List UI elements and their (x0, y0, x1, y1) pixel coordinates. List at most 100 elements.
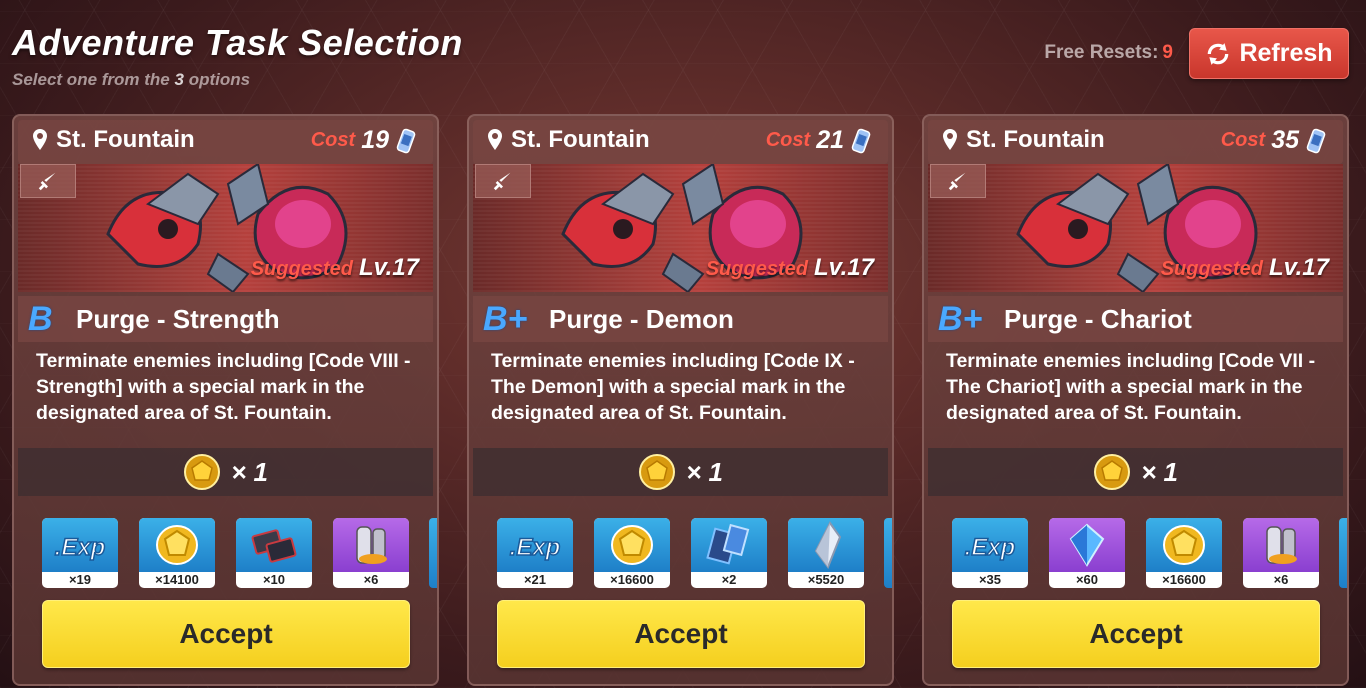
svg-text:.Exp: .Exp (55, 534, 106, 561)
cost-value: 21 (816, 126, 844, 154)
page-header: Adventure Task Selection Select one from… (12, 22, 463, 90)
suggested-level: Suggested Lv.17 (1161, 254, 1329, 282)
weapon-material-icon (691, 518, 767, 572)
reward-quantity: ×16600 (1162, 572, 1206, 587)
card-header: St. Fountain Cost 21 (473, 120, 888, 164)
reward-list: .Exp ×19 ×14100 ×10 ×6 (42, 518, 409, 588)
weapon-type-tag (930, 164, 986, 198)
suggested-level: Suggested Lv.17 (706, 254, 874, 282)
svg-text:.Exp: .Exp (510, 534, 561, 561)
card-header: St. Fountain Cost 19 (18, 120, 433, 164)
sword-icon (38, 172, 56, 191)
chip-icon (236, 518, 312, 572)
task-name: Purge - Demon (549, 303, 734, 334)
refresh-button[interactable]: Refresh (1189, 28, 1349, 79)
suggested-level-value: Lv.17 (1268, 254, 1329, 281)
page-subtitle: Select one from the 3 options (12, 70, 463, 90)
difficulty-grade: B+ (938, 299, 983, 338)
stamina-cost: Cost 21 (766, 126, 872, 155)
cost-label: Cost (765, 129, 811, 151)
reward-item[interactable]: ×5520 (788, 518, 864, 588)
sword-icon (948, 172, 966, 191)
exp-icon: .Exp (42, 518, 118, 572)
task-card-2[interactable]: St. Fountain Cost 21 Suggested Lv.17 B+ … (467, 114, 894, 686)
reward-quantity: ×60 (1075, 572, 1099, 587)
ticket-coin-icon (638, 453, 676, 491)
gold-coin-icon (1146, 518, 1222, 572)
difficulty-grade: B (28, 299, 53, 338)
ticket-multiplier: × 1 (1141, 456, 1178, 487)
free-resets: Free Resets: 9 (1044, 42, 1173, 64)
reward-list: .Exp ×35 ×60 ×16600 ×6 (952, 518, 1319, 588)
reward-overflow-peek[interactable] (884, 518, 892, 588)
suggested-label: Suggested (250, 258, 353, 280)
reward-quantity: ×10 (262, 572, 286, 587)
reward-item[interactable]: ×16600 (1146, 518, 1222, 588)
reward-quantity: ×6 (1273, 572, 1289, 587)
refresh-label: Refresh (1239, 39, 1333, 67)
difficulty-grade: B+ (483, 299, 528, 338)
stamina-can-icon (1306, 128, 1326, 153)
task-title-row: B+ Purge - Demon (473, 296, 888, 342)
suggested-level: Suggested Lv.17 (251, 254, 419, 282)
exp-icon: .Exp (952, 518, 1028, 572)
suggested-label: Suggested (1160, 258, 1263, 280)
accept-button[interactable]: Accept (497, 600, 865, 668)
mech-material-icon (1243, 518, 1319, 572)
ticket-coin-icon (183, 453, 221, 491)
task-description: Terminate enemies including [Code VII - … (946, 350, 1316, 424)
page-title: Adventure Task Selection (12, 22, 463, 63)
card-header: St. Fountain Cost 35 (928, 120, 1343, 164)
reward-item[interactable]: .Exp ×21 (497, 518, 573, 588)
cost-value: 35 (1271, 126, 1299, 154)
reward-quantity: ×21 (523, 572, 547, 587)
stamina-can-icon (396, 128, 416, 153)
svg-text:.Exp: .Exp (965, 534, 1016, 561)
reward-quantity: ×19 (68, 572, 92, 587)
task-card-3[interactable]: St. Fountain Cost 35 Suggested Lv.17 B+ … (922, 114, 1349, 686)
location-label: St. Fountain (56, 126, 195, 153)
cost-label: Cost (1220, 129, 1266, 151)
ticket-cost-row: × 1 (473, 448, 888, 496)
suggested-level-value: Lv.17 (358, 254, 419, 281)
reward-item[interactable]: .Exp ×19 (42, 518, 118, 588)
reward-quantity: ×35 (978, 572, 1002, 587)
cost-value: 19 (361, 126, 389, 154)
task-title-row: B+ Purge - Chariot (928, 296, 1343, 342)
reward-item[interactable]: ×6 (1243, 518, 1319, 588)
reward-overflow-peek[interactable] (429, 518, 437, 588)
subtitle-count: 3 (174, 70, 184, 89)
task-card-1[interactable]: St. Fountain Cost 19 Suggested Lv.17 B P… (12, 114, 439, 686)
reward-list: .Exp ×21 ×16600 ×2 ×5520 (497, 518, 864, 588)
location: St. Fountain (30, 126, 195, 154)
reward-item[interactable]: ×6 (333, 518, 409, 588)
reward-item[interactable]: ×16600 (594, 518, 670, 588)
enemy-banner: Suggested Lv.17 (473, 164, 888, 292)
cost-label: Cost (310, 129, 356, 151)
stamina-can-icon (851, 128, 871, 153)
reward-item[interactable]: ×14100 (139, 518, 215, 588)
location-pin-icon (943, 129, 957, 150)
reward-item[interactable]: ×2 (691, 518, 767, 588)
reward-item[interactable]: ×60 (1049, 518, 1125, 588)
reward-item[interactable]: .Exp ×35 (952, 518, 1028, 588)
enemy-banner: Suggested Lv.17 (928, 164, 1343, 292)
stamina-cost: Cost 35 (1221, 126, 1327, 155)
task-name: Purge - Strength (76, 303, 280, 334)
free-resets-label: Free Resets: (1044, 42, 1159, 63)
ticket-cost-row: × 1 (928, 448, 1343, 496)
reward-quantity: ×2 (721, 572, 737, 587)
reward-overflow-peek[interactable] (1339, 518, 1347, 588)
weapon-type-tag (475, 164, 531, 198)
task-description: Terminate enemies including [Code VIII -… (36, 350, 411, 424)
ticket-multiplier: × 1 (231, 456, 268, 487)
suggested-level-value: Lv.17 (813, 254, 874, 281)
reward-item[interactable]: ×10 (236, 518, 312, 588)
accept-button[interactable]: Accept (952, 600, 1320, 668)
crystal-shard-icon (788, 518, 864, 572)
weapon-type-tag (20, 164, 76, 198)
accept-button[interactable]: Accept (42, 600, 410, 668)
location: St. Fountain (485, 126, 650, 154)
gold-coin-icon (139, 518, 215, 572)
location-pin-icon (488, 129, 502, 150)
